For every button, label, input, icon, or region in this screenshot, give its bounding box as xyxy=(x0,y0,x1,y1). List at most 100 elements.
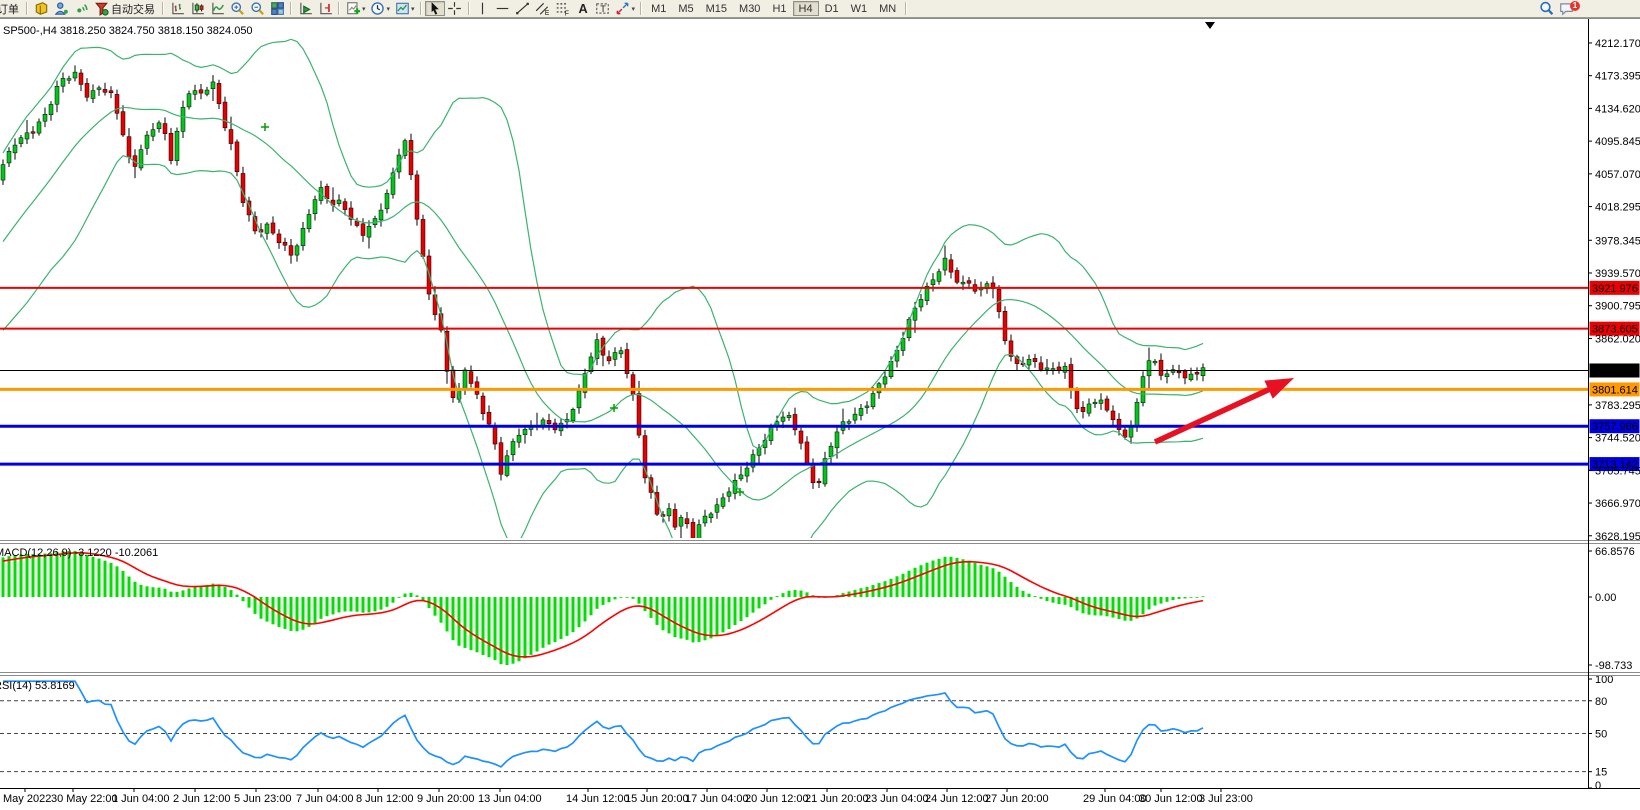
svg-text:3744.520: 3744.520 xyxy=(1595,433,1640,445)
timeframe-h1[interactable]: H1 xyxy=(766,1,792,16)
labelT-icon: T xyxy=(595,1,611,16)
tile-windows-button[interactable] xyxy=(267,1,287,16)
time-axis: May 202230 May 22:001 Jun 04:002 Jun 12:… xyxy=(3,788,1253,805)
cursor-icon xyxy=(427,1,443,16)
clock-icon xyxy=(370,1,386,16)
zoomin-icon xyxy=(229,1,245,16)
mt4-window: 订单自动交易▾▾▾EFAT▾M1M5M15M30H1H4D1W1MN1 3921… xyxy=(0,0,1640,810)
vertical-line-button[interactable] xyxy=(473,1,493,16)
price-axis: 4212.1704173.3954134.6204095.8454057.070… xyxy=(1588,38,1640,792)
search-button[interactable] xyxy=(1536,1,1556,16)
timeframe-m5[interactable]: M5 xyxy=(672,1,699,16)
svg-text:5 Jun 23:00: 5 Jun 23:00 xyxy=(234,793,292,805)
chart-shift-button[interactable] xyxy=(315,1,335,16)
zoom-out-button[interactable] xyxy=(247,1,267,16)
arrows-icon xyxy=(615,1,631,16)
price-label-3801.614: 3801.614 xyxy=(1592,384,1638,396)
trendline-button[interactable] xyxy=(513,1,533,16)
community-button[interactable] xyxy=(51,1,71,16)
svg-text:8 Jun 12:00: 8 Jun 12:00 xyxy=(356,793,414,805)
chart-canvas[interactable]: 3921.976 3873.605 3824.050 3801.614 3757.986… xyxy=(0,17,1640,810)
level-line-3921.976[interactable]: 3921.976 xyxy=(0,281,1640,295)
signals-button[interactable] xyxy=(71,1,91,16)
svg-text:A: A xyxy=(579,2,588,16)
toolbar-separator xyxy=(290,2,292,15)
svg-text:3705.745: 3705.745 xyxy=(1595,465,1640,477)
level-lines: 3921.976 3873.605 3824.050 3801.614 3757.986… xyxy=(0,281,1640,471)
cursor-button[interactable] xyxy=(425,1,445,16)
zoom-in-button[interactable] xyxy=(227,1,247,16)
timeframe-mn[interactable]: MN xyxy=(873,1,902,16)
svg-text:3939.570: 3939.570 xyxy=(1595,268,1640,280)
svg-text:0.00: 0.00 xyxy=(1595,592,1616,604)
book-icon xyxy=(33,1,49,16)
timeframe-m1[interactable]: M1 xyxy=(645,1,672,16)
templates-button[interactable]: ▾ xyxy=(392,1,417,16)
channel-icon: E xyxy=(535,1,551,16)
candles-icon xyxy=(189,1,205,16)
orders-button[interactable]: 订单 xyxy=(0,1,23,16)
toolbar: 订单自动交易▾▾▾EFAT▾M1M5M15M30H1H4D1W1MN1 xyxy=(0,0,1640,18)
template-icon xyxy=(394,1,410,16)
rsi-indicator xyxy=(0,681,1588,771)
chart-shift-marker xyxy=(1205,22,1215,29)
newchart-icon xyxy=(345,1,361,16)
crosshair-button[interactable] xyxy=(445,1,465,16)
chart-title: SP500-,H4 3818.250 3824.750 3818.150 382… xyxy=(3,25,253,37)
svg-text:4057.070: 4057.070 xyxy=(1595,169,1640,181)
svg-text:20 Jun 12:00: 20 Jun 12:00 xyxy=(745,793,809,805)
search-icon xyxy=(1538,1,1554,16)
level-line-3824.050[interactable]: 3824.050 xyxy=(0,363,1640,377)
horizontal-line-button[interactable] xyxy=(493,1,513,16)
timeframe-m15[interactable]: M15 xyxy=(700,1,733,16)
crosshair-icon xyxy=(447,1,463,16)
periods-button[interactable]: ▾ xyxy=(368,1,393,16)
bar-chart-button[interactable] xyxy=(167,1,187,16)
svg-text:4212.170: 4212.170 xyxy=(1595,38,1640,50)
fibonacci-button[interactable]: F xyxy=(553,1,573,16)
svg-text:9 Jun 20:00: 9 Jun 20:00 xyxy=(417,793,475,805)
trend-arrow[interactable] xyxy=(1155,378,1294,442)
svg-text:T: T xyxy=(600,4,606,14)
timeframe-h4[interactable]: H4 xyxy=(793,1,819,16)
timeframe-m30[interactable]: M30 xyxy=(733,1,766,16)
svg-text:30 May 22:00: 30 May 22:00 xyxy=(51,793,118,805)
price-label-3921.976: 3921.976 xyxy=(1592,283,1638,295)
level-line-3801.614[interactable]: 3801.614 xyxy=(0,382,1640,396)
trendline-icon xyxy=(515,1,531,16)
svg-text:0: 0 xyxy=(1595,780,1601,792)
text-button[interactable]: A xyxy=(573,1,593,16)
textA-icon: A xyxy=(575,1,591,16)
svg-text:7 Jun 04:00: 7 Jun 04:00 xyxy=(296,793,354,805)
auto-scroll-button[interactable] xyxy=(295,1,315,16)
toolbar-separator xyxy=(640,2,642,15)
autotrading-button[interactable]: 自动交易 xyxy=(91,1,159,16)
timeframe-w1[interactable]: W1 xyxy=(845,1,874,16)
price-label-3824.050: 3824.050 xyxy=(1592,365,1638,377)
macd-label: MACD(12,26,9) -3.1220 -10.2061 xyxy=(0,547,158,559)
svg-text:30 Jun 12:00: 30 Jun 12:00 xyxy=(1139,793,1203,805)
timeframe-d1[interactable]: D1 xyxy=(819,1,845,16)
svg-text:14 Jun 12:00: 14 Jun 12:00 xyxy=(566,793,630,805)
svg-text:May 2022: May 2022 xyxy=(3,793,51,805)
level-line-3757.986[interactable]: 3757.986 xyxy=(0,419,1640,433)
candlestick-chart-button[interactable] xyxy=(187,1,207,16)
svg-text:3783.295: 3783.295 xyxy=(1595,400,1640,412)
chat-button[interactable]: 1 xyxy=(1556,1,1576,16)
price-label-3757.986: 3757.986 xyxy=(1592,421,1638,433)
new-order-button[interactable] xyxy=(31,1,51,16)
new-chart-button[interactable]: ▾ xyxy=(343,1,368,16)
label-button[interactable]: T xyxy=(593,1,613,16)
svg-text:2 Jun 12:00: 2 Jun 12:00 xyxy=(173,793,231,805)
equidistant-channel-button[interactable]: E xyxy=(533,1,553,16)
line-chart-button[interactable] xyxy=(207,1,227,16)
svg-text:F: F xyxy=(565,10,569,16)
rsi-label: RSI(14) 53.8169 xyxy=(0,680,75,692)
level-line-3873.605[interactable]: 3873.605 xyxy=(0,322,1640,336)
arrows-button[interactable]: ▾ xyxy=(613,1,638,16)
svg-text:3978.345: 3978.345 xyxy=(1595,235,1640,247)
svg-text:17 Jun 04:00: 17 Jun 04:00 xyxy=(685,793,749,805)
svg-text:-98.733: -98.733 xyxy=(1595,660,1632,672)
svg-text:13 Jun 04:00: 13 Jun 04:00 xyxy=(478,793,542,805)
level-line-3713.142[interactable]: 3713.142 xyxy=(0,457,1640,471)
